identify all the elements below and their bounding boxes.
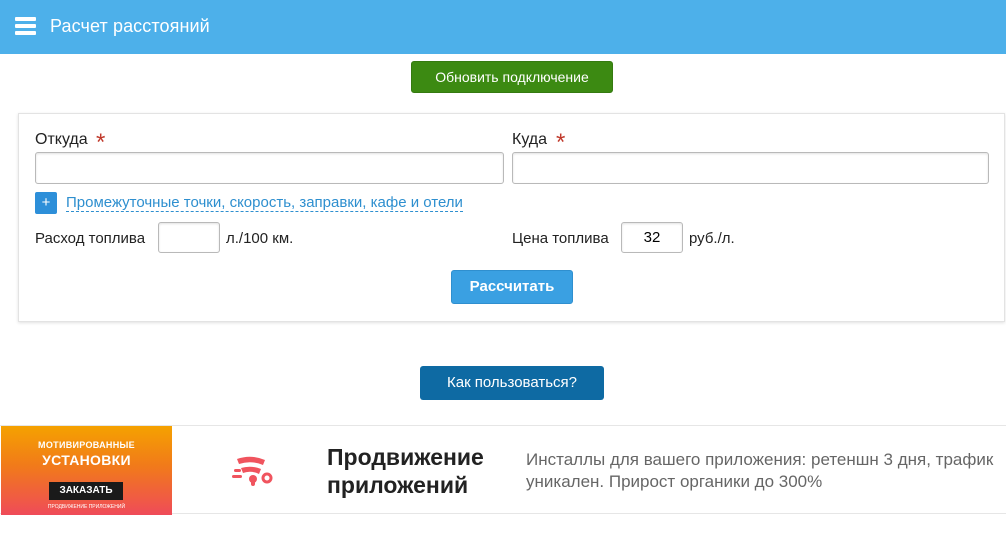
hamburger-menu-icon[interactable] [15, 17, 36, 35]
ad-banner-image[interactable]: МОТИВИРОВАННЫЕ УСТАНОВКИ ЗАКАЗАТЬ ПРОДВИ… [1, 426, 172, 515]
ad-banner-order-button[interactable]: ЗАКАЗАТЬ [49, 482, 123, 500]
page-title: Расчет расстояний [50, 16, 210, 36]
refresh-connection-button[interactable]: Обновить подключение [411, 61, 613, 93]
from-input[interactable] [35, 152, 504, 184]
ad-banner-caption: ПРОДВИЖЕНИЕ ПРИЛОЖЕНИЙ [47, 504, 126, 510]
fuel-price-label: Цена топлива [512, 230, 609, 247]
ad-block[interactable]: МОТИВИРОВАННЫЕ УСТАНОВКИ ЗАКАЗАТЬ ПРОДВИ… [0, 425, 1006, 515]
expand-plus-icon[interactable]: + [35, 192, 57, 214]
fuel-price-input[interactable] [621, 222, 683, 253]
app-promo-logo-icon [232, 456, 273, 486]
top-app-bar: Расчет расстояний [0, 0, 1006, 54]
calculate-button[interactable]: Рассчитать [451, 270, 573, 304]
ad-description: Инсталлы для вашего приложения: ретеншн … [526, 450, 994, 491]
ad-banner-line2: УСТАНОВКИ [42, 452, 131, 468]
fuel-price-unit: руб./л. [689, 230, 735, 247]
from-label: Откуда [35, 131, 88, 148]
extra-options-link[interactable]: Промежуточные точки, скорость, заправки,… [66, 194, 463, 212]
fuel-consumption-input[interactable] [158, 222, 220, 253]
fuel-consumption-label: Расход топлива [35, 230, 146, 247]
to-input[interactable] [512, 152, 989, 184]
ad-banner-line1: МОТИВИРОВАННЫЕ [38, 440, 135, 450]
ad-title: Продвижение приложений [327, 444, 484, 498]
fuel-consumption-unit: л./100 км. [226, 230, 294, 247]
to-label: Куда [512, 131, 548, 148]
how-to-use-button[interactable]: Как пользоваться? [420, 366, 604, 400]
